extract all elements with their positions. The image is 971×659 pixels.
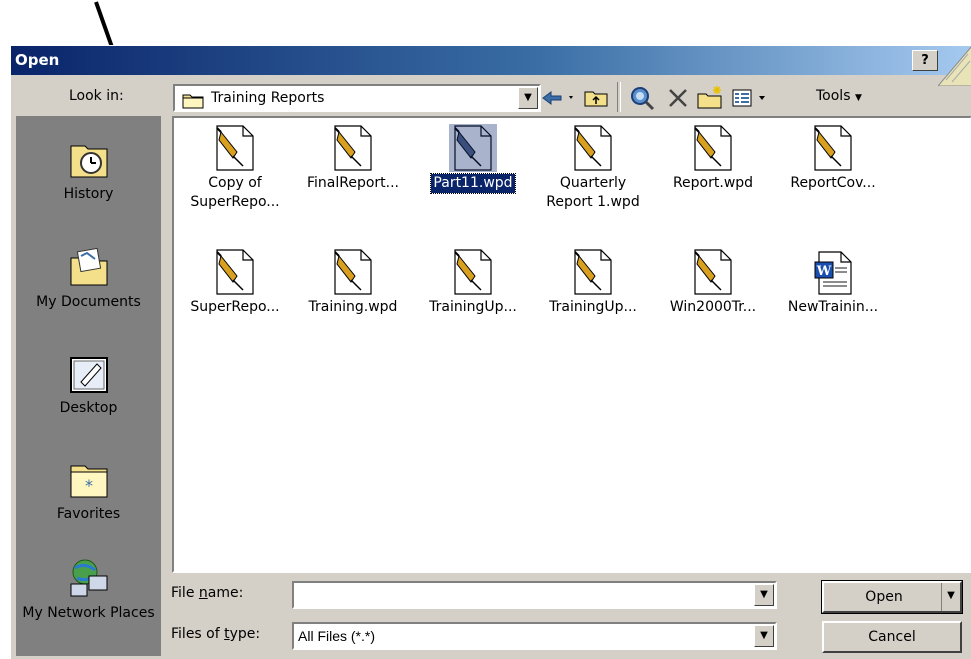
file-item[interactable]: Training.wpd [294,248,412,317]
chevron-down-icon: ▼ [854,93,862,103]
file-name-text: Report.wpd [672,175,754,191]
delete-icon[interactable] [663,84,693,112]
places-bar: History My Documents Desktop * Favorites… [16,116,161,656]
look-in-value: Training Reports [211,90,325,106]
file-name-text: FinalReport... [306,175,400,191]
file-name-text: ReportCov... [790,175,876,191]
file-item[interactable]: SuperRepo... [176,248,294,317]
place-favorites-label: Favorites [56,506,121,522]
file-type-label: Files of type: [171,626,261,642]
file-item[interactable]: Report.wpd [654,124,772,193]
file-item[interactable]: TrainingUp... [414,248,532,317]
file-item[interactable]: Part11.wpd [414,124,532,194]
file-item[interactable]: ReportCov... [774,124,892,193]
svg-text:*: * [85,476,93,495]
history-icon [70,145,107,178]
place-my-network-places[interactable]: My Network Places [16,556,161,623]
open-options-arrow[interactable]: ▼ [941,583,960,611]
up-folder-icon[interactable] [581,84,611,112]
network-places-icon [70,559,107,597]
cancel-button[interactable]: Cancel [822,621,962,653]
views-icon[interactable] [729,84,773,112]
file-type-select[interactable]: All Files (*.*) ▼ [292,622,777,650]
look-in-dropdown-arrow[interactable]: ▼ [518,87,538,109]
my-documents-icon [70,247,107,286]
wordperfect-doc-icon [211,248,259,296]
page-curl-decoration [938,46,971,86]
favorites-icon: * [70,465,107,498]
place-desktop[interactable]: Desktop [16,352,161,416]
folder-icon [182,94,204,109]
place-history[interactable]: History [16,138,161,202]
file-item[interactable]: W NewTrainin... [774,248,892,317]
place-history-label: History [63,186,114,202]
file-item[interactable]: Copy of SuperRepo... [176,124,294,212]
place-my-documents-label: My Documents [36,294,141,310]
open-button[interactable]: Open ▼ [821,580,963,614]
wordperfect-doc-icon [689,124,737,172]
new-folder-icon[interactable] [695,84,727,112]
open-dialog: Open ? Look in: Training Reports ▼ Tools… [10,45,971,659]
file-name-text: Win2000Tr... [669,299,757,315]
wordperfect-doc-icon [449,248,497,296]
wordperfect-doc-icon [329,124,377,172]
file-name-dropdown-arrow[interactable]: ▼ [754,584,774,606]
file-name-text: Quarterly Report 1.wpd [546,175,640,210]
file-item[interactable]: FinalReport... [294,124,412,193]
help-button[interactable]: ? [912,50,938,71]
file-name-text: TrainingUp... [549,299,637,315]
file-type-value: All Files (*.*) [298,628,376,644]
place-desktop-label: Desktop [59,400,118,416]
svg-text:W: W [816,264,832,279]
file-item[interactable]: TrainingUp... [534,248,652,317]
toolbar-separator [617,82,621,112]
file-name-text: Copy of SuperRepo... [190,175,280,210]
wordperfect-doc-icon [809,124,857,172]
file-name-text: Part11.wpd [430,173,516,194]
back-icon[interactable] [539,84,579,112]
search-web-icon[interactable] [627,84,659,112]
word-doc-icon: W [809,248,857,296]
look-in-label: Look in: [69,88,124,104]
tools-label: Tools [816,88,851,104]
wordperfect-doc-icon [569,124,617,172]
open-button-label: Open [865,589,903,605]
title-bar[interactable]: Open ? [11,46,971,86]
file-name-text: Training.wpd [308,299,398,315]
dialog-title: Open [15,51,60,69]
desktop-icon [69,357,108,393]
file-name-input[interactable]: ▼ [292,581,777,609]
file-item[interactable]: Quarterly Report 1.wpd [534,124,652,212]
wordperfect-doc-icon [689,248,737,296]
tools-menu[interactable]: Tools ▼ [816,88,862,104]
place-my-documents[interactable]: My Documents [16,246,161,310]
file-name-label: File name: [171,585,244,601]
file-list[interactable]: Copy of SuperRepo... FinalReport... Part… [172,116,971,573]
file-name-text: SuperRepo... [190,299,280,315]
wordperfect-doc-icon [211,124,259,172]
wordperfect-doc-icon [329,248,377,296]
place-my-network-places-label: My Network Places [22,605,155,621]
file-type-dropdown-arrow[interactable]: ▼ [754,625,774,647]
wordperfect-doc-icon [449,124,497,172]
file-name-text: TrainingUp... [429,299,517,315]
place-favorites[interactable]: * Favorites [16,458,161,522]
look-in-combobox[interactable]: Training Reports ▼ [173,84,541,112]
file-item[interactable]: Win2000Tr... [654,248,772,317]
wordperfect-doc-icon [569,248,617,296]
file-name-text: NewTrainin... [787,299,879,315]
